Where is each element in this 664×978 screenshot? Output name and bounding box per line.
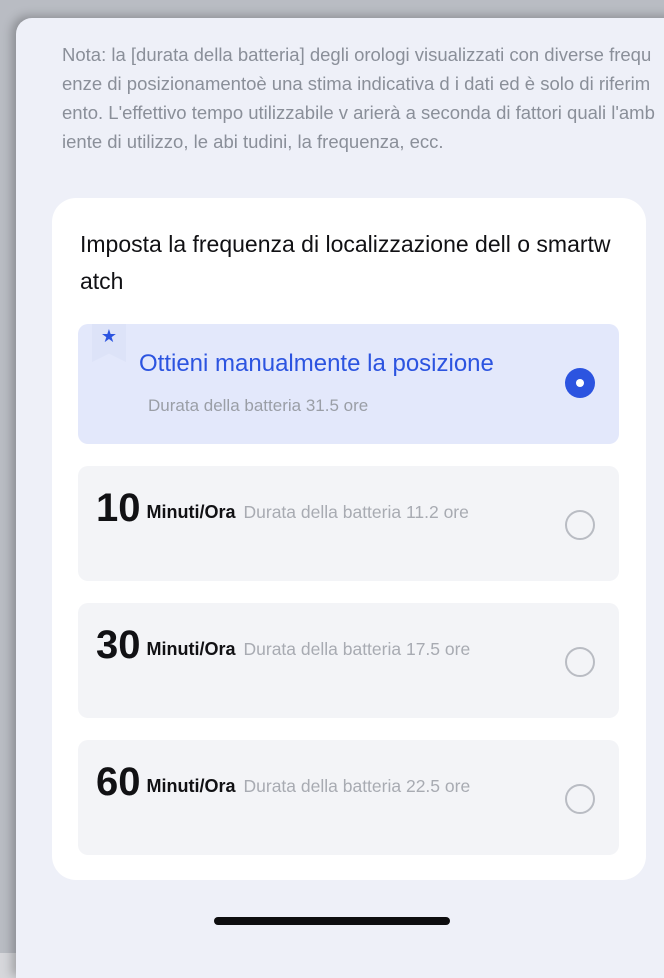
frequency-unit: Minuti/Ora	[146, 776, 236, 796]
radio-selected-icon[interactable]	[565, 368, 595, 398]
option-10-minutes[interactable]: 10 Minuti/Ora Durata della batteria 11.2 o…	[78, 466, 619, 581]
option-text: 30 Minuti/Ora Durata della batteria 17.5 o…	[96, 625, 566, 671]
option-30-minutes[interactable]: 30 Minuti/Ora Durata della batteria 17.5 o…	[78, 603, 619, 718]
frequency-number: 30	[96, 623, 141, 667]
option-manual-battery: Durata della batteria 31.5 ore	[148, 396, 369, 415]
frequency-number: 60	[96, 760, 141, 804]
option-text: 10 Minuti/Ora Durata della batteria 11.2 o…	[96, 488, 566, 534]
radio-unselected-icon[interactable]	[565, 784, 595, 814]
battery-disclaimer-note: Nota: la [durata della batteria] degli o…	[62, 44, 655, 152]
option-text: 60 Minuti/Ora Durata della batteria 22.5 o…	[96, 762, 566, 808]
frequency-settings-card: Imposta la frequenza di localizzazione d…	[52, 198, 646, 880]
app-screen: Nota: la [durata della batteria] degli o…	[16, 18, 664, 978]
card-title: Imposta la frequenza di localizzazione d…	[80, 231, 611, 294]
battery-life: Durata della batteria 11.2 ore	[243, 502, 469, 522]
option-manual-title: Ottieni manualmente la posizione	[139, 350, 494, 377]
option-60-minutes[interactable]: 60 Minuti/Ora Durata della batteria 22.5 o…	[78, 740, 619, 855]
radio-unselected-icon[interactable]	[565, 510, 595, 540]
home-indicator[interactable]	[214, 917, 450, 925]
star-icon: ★	[100, 326, 118, 346]
device-frame: Nota: la [durata della batteria] degli o…	[0, 0, 664, 978]
frequency-unit: Minuti/Ora	[146, 502, 236, 522]
option-manual-location[interactable]: ★ Ottieni manualmente la posizione Durat…	[78, 324, 619, 444]
radio-unselected-icon[interactable]	[565, 647, 595, 677]
battery-life: Durata della batteria 22.5 ore	[243, 776, 471, 796]
recommended-badge: ★	[92, 324, 126, 362]
battery-life: Durata della batteria 17.5 ore	[243, 639, 471, 659]
frequency-number: 10	[96, 486, 141, 530]
frequency-unit: Minuti/Ora	[146, 639, 236, 659]
